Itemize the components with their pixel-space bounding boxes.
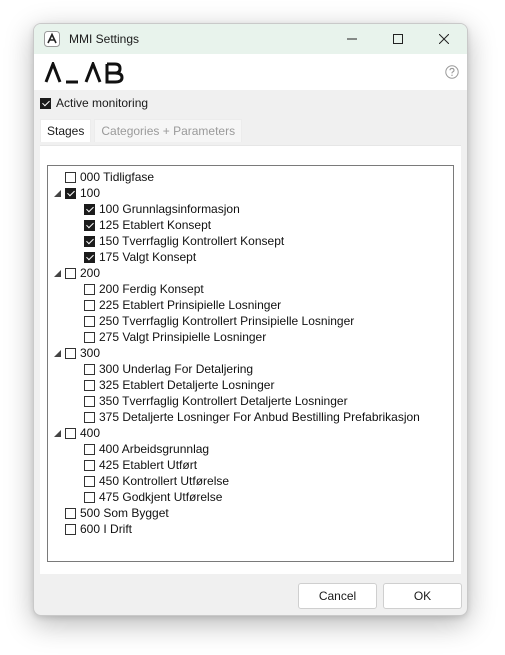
tree-item-label: 275 Valgt Prinsipielle Losninger bbox=[99, 330, 267, 344]
tree-item[interactable]: 425 Etablert Utført bbox=[71, 457, 197, 473]
tree-checkbox[interactable] bbox=[84, 251, 95, 263]
tree-item[interactable]: 100 Grunnlagsinformasjon bbox=[71, 201, 240, 217]
tree-checkbox[interactable] bbox=[65, 267, 76, 279]
tree-checkbox[interactable] bbox=[84, 379, 95, 391]
tree-checkbox[interactable] bbox=[84, 299, 95, 311]
title-bar[interactable]: MMI Settings bbox=[34, 24, 467, 54]
expander-triangle-icon[interactable] bbox=[52, 185, 62, 201]
active-monitoring-label: Active monitoring bbox=[56, 96, 149, 110]
tab-strip: Stages Categories + Parameters bbox=[40, 119, 243, 142]
tree-checkbox[interactable] bbox=[84, 331, 95, 343]
tree-checkbox[interactable] bbox=[84, 459, 95, 471]
tree-item[interactable]: 450 Kontrollert Utførelse bbox=[71, 473, 229, 489]
tree-item[interactable]: 475 Godkjent Utførelse bbox=[71, 489, 222, 505]
expander-triangle-icon[interactable] bbox=[52, 425, 62, 441]
maximize-button[interactable] bbox=[375, 24, 421, 54]
tree-item-label: 475 Godkjent Utførelse bbox=[99, 490, 223, 504]
tree-checkbox[interactable] bbox=[65, 427, 76, 439]
tree-item-label: 125 Etablert Konsept bbox=[99, 218, 212, 232]
tree-item[interactable]: 350 Tverrfaglig Kontrollert Detaljerte L… bbox=[71, 393, 348, 409]
tree-checkbox[interactable] bbox=[84, 475, 95, 487]
maximize-icon bbox=[393, 34, 403, 44]
tree-item[interactable]: 275 Valgt Prinsipielle Losninger bbox=[71, 329, 266, 345]
tree-checkbox[interactable] bbox=[84, 491, 95, 503]
tree-item-label: 400 bbox=[80, 426, 101, 440]
tree-item[interactable]: 600 I Drift bbox=[52, 521, 132, 537]
tree-item-label: 400 Arbeidsgrunnlag bbox=[99, 442, 210, 456]
tree-checkbox[interactable] bbox=[84, 411, 95, 423]
minimize-icon bbox=[347, 38, 357, 40]
tree-item[interactable]: 325 Etablert Detaljerte Losninger bbox=[71, 377, 274, 393]
tree-group-node[interactable]: 400 bbox=[52, 425, 100, 441]
tree-item-label: 000 Tidligfase bbox=[80, 170, 155, 184]
tree-group-node[interactable]: 100 bbox=[52, 185, 100, 201]
app-icon bbox=[44, 31, 60, 47]
tree-item[interactable]: 400 Arbeidsgrunnlag bbox=[71, 441, 209, 457]
tree-item[interactable]: 200 Ferdig Konsept bbox=[71, 281, 204, 297]
expander-triangle-icon[interactable] bbox=[52, 345, 62, 361]
tree-item-label: 600 I Drift bbox=[80, 522, 133, 536]
tree-item[interactable]: 175 Valgt Konsept bbox=[71, 249, 196, 265]
tree-item[interactable]: 125 Etablert Konsept bbox=[71, 217, 211, 233]
ok-button[interactable]: OK bbox=[383, 583, 462, 609]
tree-item-label: 350 Tverrfaglig Kontrollert Detaljerte L… bbox=[99, 394, 348, 408]
tree-item-label: 300 Underlag For Detaljering bbox=[99, 362, 254, 376]
tree-item[interactable]: 500 Som Bygget bbox=[52, 505, 169, 521]
tree-item-label: 425 Etablert Utført bbox=[99, 458, 198, 472]
tree-item-label: 175 Valgt Konsept bbox=[99, 250, 197, 264]
tree-checkbox[interactable] bbox=[65, 171, 76, 183]
tree-item[interactable]: 300 Underlag For Detaljering bbox=[71, 361, 253, 377]
close-button[interactable] bbox=[421, 24, 467, 54]
tree-item[interactable]: 225 Etablert Prinsipielle Losninger bbox=[71, 297, 281, 313]
tree-checkbox[interactable] bbox=[84, 315, 95, 327]
tree-checkbox[interactable] bbox=[84, 395, 95, 407]
tree-item-label: 225 Etablert Prinsipielle Losninger bbox=[99, 298, 282, 312]
tree-checkbox[interactable] bbox=[84, 203, 95, 215]
alab-logo bbox=[44, 62, 124, 84]
tree-item[interactable]: 375 Detaljerte Losninger For Anbud Besti… bbox=[71, 409, 420, 425]
tree-item-label: 300 bbox=[80, 346, 101, 360]
tree-group-node[interactable]: 300 bbox=[52, 345, 100, 361]
tree-checkbox[interactable] bbox=[65, 507, 76, 519]
window-title: MMI Settings bbox=[69, 32, 140, 46]
tab-categories-parameters[interactable]: Categories + Parameters bbox=[94, 119, 243, 142]
stages-tree[interactable]: 000 Tidligfase 100 100 Grunnlagsinformasjo… bbox=[47, 165, 454, 562]
active-monitoring-row[interactable]: Active monitoring bbox=[40, 95, 148, 111]
tree-checkbox[interactable] bbox=[84, 235, 95, 247]
stages-panel: 000 Tidligfase 100 100 Grunnlagsinformasjo… bbox=[40, 145, 461, 574]
tree-item-label: 375 Detaljerte Losninger For Anbud Besti… bbox=[99, 410, 420, 424]
close-icon bbox=[439, 34, 449, 44]
tree-checkbox[interactable] bbox=[65, 187, 76, 199]
tree-item-label: 100 bbox=[80, 186, 101, 200]
tree-checkbox[interactable] bbox=[84, 363, 95, 375]
tree-item[interactable]: 000 Tidligfase bbox=[52, 169, 154, 185]
settings-window: MMI Settings Active monitoring Stages Ca… bbox=[33, 23, 468, 616]
tree-item-label: 200 Ferdig Konsept bbox=[99, 282, 204, 296]
tab-stages[interactable]: Stages bbox=[40, 119, 92, 142]
tree-item-label: 150 Tverrfaglig Kontrollert Konsept bbox=[99, 234, 285, 248]
minimize-button[interactable] bbox=[329, 24, 375, 54]
tree-item-label: 200 bbox=[80, 266, 101, 280]
tree-checkbox[interactable] bbox=[84, 283, 95, 295]
tree-checkbox[interactable] bbox=[84, 219, 95, 231]
tree-item-label: 325 Etablert Detaljerte Losninger bbox=[99, 378, 275, 392]
tree-item-label: 450 Kontrollert Utførelse bbox=[99, 474, 230, 488]
tree-item-label: 250 Tverrfaglig Kontrollert Prinsipielle… bbox=[99, 314, 355, 328]
tree-item-label: 100 Grunnlagsinformasjon bbox=[99, 202, 240, 216]
tree-checkbox[interactable] bbox=[65, 347, 76, 359]
header-band bbox=[34, 54, 467, 90]
active-monitoring-checkbox[interactable] bbox=[40, 97, 51, 109]
tree-item-label: 500 Som Bygget bbox=[80, 506, 169, 520]
cancel-button[interactable]: Cancel bbox=[298, 583, 377, 609]
tree-item[interactable]: 250 Tverrfaglig Kontrollert Prinsipielle… bbox=[71, 313, 354, 329]
tree-checkbox[interactable] bbox=[84, 443, 95, 455]
expander-triangle-icon[interactable] bbox=[52, 265, 62, 281]
tree-group-node[interactable]: 200 bbox=[52, 265, 100, 281]
tree-checkbox[interactable] bbox=[65, 523, 76, 535]
help-circle-icon[interactable] bbox=[445, 65, 459, 79]
tree-item[interactable]: 150 Tverrfaglig Kontrollert Konsept bbox=[71, 233, 284, 249]
